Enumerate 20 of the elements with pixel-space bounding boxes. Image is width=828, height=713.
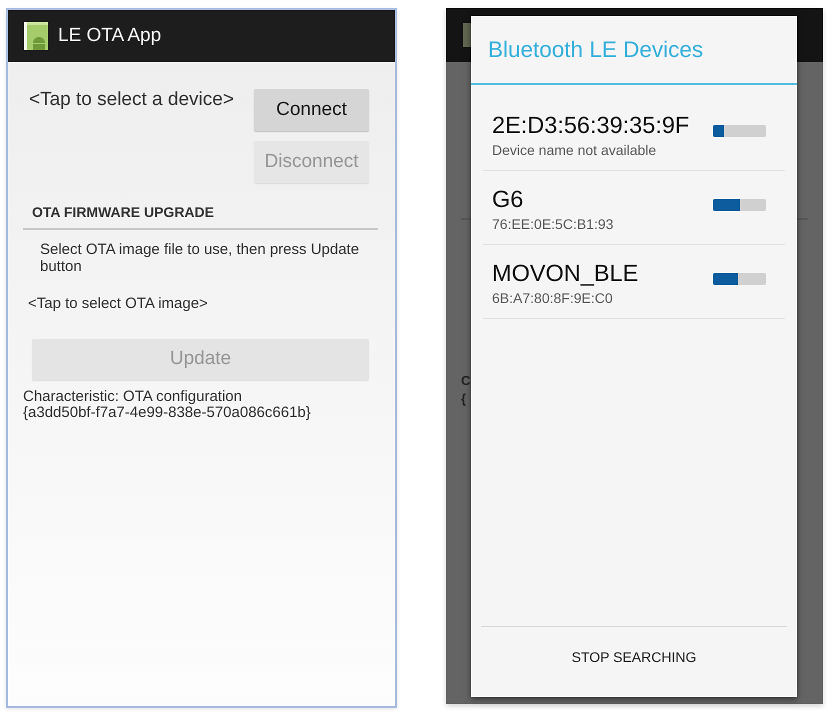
app-title: LE OTA App (58, 24, 162, 48)
device-detail: 76:EE:0E:5C:B1:93 (492, 216, 614, 232)
app-icon (24, 22, 48, 50)
characteristic-text: {a3dd50bf-f7a7-4e99-838e-570a086c661b} (23, 405, 311, 421)
instructions-text: Select OTA image file to use, then press Update button (40, 241, 360, 275)
device-detail: Device name not available (492, 142, 656, 158)
background-text: C (461, 372, 470, 390)
device-name: MOVON_BLE (492, 260, 638, 286)
device-name: 2E:D3:56:39:35:9F (492, 112, 690, 138)
app-icon (463, 23, 471, 47)
background-text: { (461, 390, 466, 408)
stop-searching-button[interactable]: STOP SEARCHING (481, 627, 787, 687)
device-name: G6 (492, 186, 524, 212)
dialog-title: Bluetooth LE Devices (488, 36, 704, 63)
device-prompt[interactable]: <Tap to select a device> (29, 89, 234, 111)
image-prompt[interactable]: <Tap to select OTA image> (28, 295, 208, 312)
connection-button[interactable]: Connect (254, 89, 369, 131)
section-header: OTA FIRMWARE UPGRADE (32, 204, 214, 221)
device-detail: 6B:A7:80:8F:9E:C0 (492, 290, 613, 306)
characteristic-text: Characteristic: OTA configuration (23, 389, 242, 405)
